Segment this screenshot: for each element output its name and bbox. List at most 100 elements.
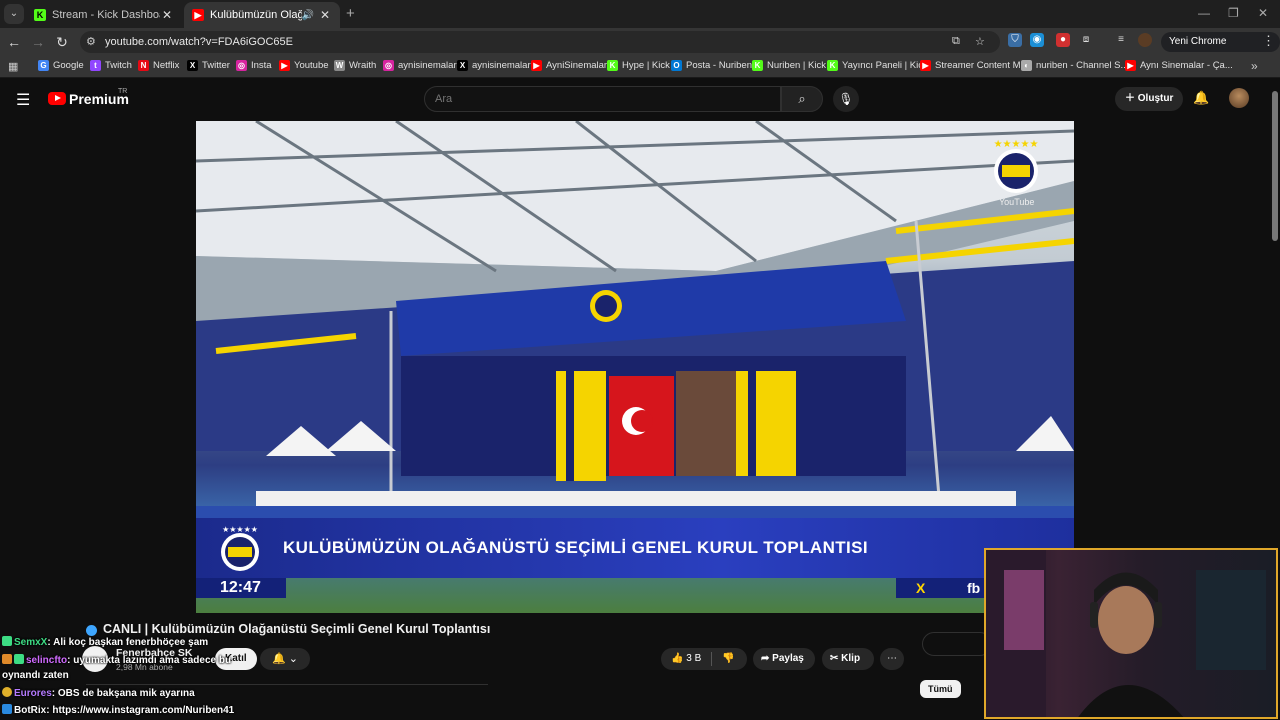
bookmark-item[interactable]: O Posta - Nuriben (671, 60, 752, 71)
bookmark-label: aynisinemalar (472, 60, 531, 71)
fenerbahce-logo-icon: ★★★★★ (994, 139, 1038, 193)
bookmark-label: Posta - Nuriben (686, 60, 753, 71)
url-text: youtube.com/watch?v=FDA6iGOC65E (105, 36, 294, 48)
live-indicator-icon (86, 625, 97, 636)
tab-youtube-video[interactable]: ▶ Kulübümüzün Olağanüstü S 🔊 ✕ (184, 2, 340, 28)
kick-icon: K (827, 60, 838, 71)
bookmark-item[interactable]: t Twitch (90, 60, 132, 71)
site-info-icon[interactable]: ⚙ (86, 35, 96, 48)
share-button[interactable]: ➦ Paylaş (753, 648, 815, 670)
bookmark-item[interactable]: K Nuriben | Kick (752, 60, 826, 71)
filter-chip-all[interactable]: Tümü (920, 680, 961, 698)
svg-text:★★★★★: ★★★★★ (222, 525, 258, 534)
bookmark-item[interactable]: X Twitter (187, 60, 230, 71)
minimize-icon[interactable]: — (1198, 6, 1210, 20)
extension-icon[interactable]: ◉ (1030, 33, 1044, 47)
bookmark-item[interactable]: W Wraith (334, 60, 376, 71)
bookmark-item[interactable]: N Netflix (138, 60, 179, 71)
bookmark-item[interactable]: ◐ nuriben - Channel S... (1021, 60, 1128, 71)
clip-label: Klip (841, 653, 861, 664)
scissors-icon: ✂ (830, 653, 842, 664)
bookmark-item[interactable]: ◎ aynisinemalar (383, 60, 457, 71)
youtube-logo-icon[interactable] (48, 92, 66, 105)
studio-icon: ◐ (1021, 60, 1032, 71)
like-button[interactable]: 👍 3 B (661, 648, 711, 670)
bookmark-label: Youtube (294, 60, 329, 71)
chat-toggle-chip[interactable] (922, 632, 992, 656)
kick-icon: K (607, 60, 618, 71)
video-player[interactable]: ★★★★★ YouTube ★★★★★ KULÜBÜMÜZÜN OLAĞANÜS… (196, 121, 1074, 613)
hamburger-menu-icon[interactable]: ☰ (16, 90, 30, 110)
thumbs-down-icon: 👎 (722, 653, 735, 664)
bookmark-item[interactable]: ▶ Aynı Sinemalar - Ça... (1125, 60, 1233, 71)
lower-third-title: KULÜBÜMÜZÜN OLAĞANÜSTÜ SEÇİMLİ GENEL KUR… (283, 538, 869, 557)
bookmark-item[interactable]: Xaynisinemalar (457, 60, 531, 71)
bookmark-item[interactable]: ▶ Streamer Content M... (920, 60, 1028, 71)
bookmark-label: Twitch (105, 60, 132, 71)
bookmark-label: Yayıncı Paneli | Kick (842, 60, 928, 71)
chat-message: selincfto: uyumakta lazımdı ama sadece b… (2, 654, 231, 666)
extension-icon[interactable]: ● (1056, 33, 1070, 47)
address-bar[interactable]: ⚙ youtube.com/watch?v=FDA6iGOC65E ⧉ ☆ (80, 31, 1000, 53)
more-bookmarks-icon[interactable]: » (1251, 59, 1258, 73)
chrome-menu-icon[interactable]: ⋮ (1262, 33, 1275, 49)
new-tab-button[interactable]: + (346, 5, 355, 22)
clip-button[interactable]: ✂ Klip (822, 648, 874, 670)
shield-extension-icon[interactable]: ⛉ (1008, 33, 1022, 47)
close-window-icon[interactable]: ✕ (1258, 6, 1268, 20)
search-input[interactable] (435, 93, 765, 105)
forward-icon[interactable]: → (30, 34, 46, 50)
voice-search-button[interactable]: 🎙 (833, 86, 859, 112)
account-avatar[interactable] (1229, 88, 1249, 108)
browser-tab-strip: ⌄ K Stream - Kick Dashboard ✕ ▶ Kulübümü… (0, 0, 1280, 28)
search-button[interactable]: ⌕ (781, 86, 823, 112)
subscribed-bell-button[interactable]: 🔔 ⌄ (260, 648, 310, 670)
puzzle-extensions-icon[interactable]: ⧈ (1079, 33, 1093, 47)
bookmark-label: Wraith (349, 60, 377, 71)
back-icon[interactable]: ← (6, 34, 22, 50)
chat-badge-icon (2, 704, 12, 714)
audio-playing-icon[interactable]: 🔊 (302, 10, 314, 21)
maximize-icon[interactable]: ❐ (1228, 6, 1239, 20)
bookmark-item[interactable]: ▶ Youtube (279, 60, 329, 71)
bookmark-item[interactable]: ◎ Insta (236, 60, 272, 71)
kick-icon: K (752, 60, 763, 71)
chat-badge-icon (2, 636, 12, 646)
bookmark-item[interactable]: K Hype | Kick (607, 60, 670, 71)
plus-icon: ＋ (1125, 93, 1138, 104)
bookmark-label: Hype | Kick (622, 60, 670, 71)
divider (86, 684, 488, 685)
share-label: Paylaş (772, 653, 804, 664)
youtube-icon: ▶ (192, 9, 204, 21)
profile-avatar-icon[interactable] (1138, 33, 1152, 47)
youtube-icon: ▶ (531, 60, 542, 71)
scrollbar-thumb[interactable] (1272, 91, 1278, 241)
create-button[interactable]: ＋ Oluştur (1115, 87, 1184, 111)
chat-text: oynandı zaten (2, 670, 69, 681)
install-app-icon[interactable]: ⧉ (952, 35, 960, 48)
dislike-button[interactable]: 👎 (712, 648, 744, 670)
bookmark-star-icon[interactable]: ☆ (975, 35, 985, 48)
fenerbahce-badge-icon: ★★★★★ (221, 525, 259, 571)
reload-icon[interactable]: ↻ (54, 34, 70, 51)
tab-search-button[interactable]: ⌄ (4, 4, 24, 24)
chat-message: oynandı zaten (2, 670, 69, 681)
chat-message: SemxX: Ali koç başkan fenerbhöçee şam (2, 636, 208, 648)
reading-list-icon[interactable]: ≡ (1114, 33, 1128, 47)
notifications-bell-icon[interactable]: 🔔 (1193, 90, 1209, 106)
bookmark-item[interactable]: ▶ AyniSinemalar (531, 60, 607, 71)
close-tab-icon[interactable]: ✕ (160, 8, 174, 22)
search-box (424, 86, 781, 112)
bookmark-item[interactable]: K Yayıncı Paneli | Kick (827, 60, 928, 71)
more-horizontal-icon: ⋯ (887, 653, 897, 664)
tab-kick-dashboard[interactable]: K Stream - Kick Dashboard ✕ (26, 2, 182, 28)
fb-social-label: fb (967, 580, 981, 596)
bookmark-item[interactable]: G Google (38, 60, 84, 71)
close-tab-icon[interactable]: ✕ (318, 8, 332, 22)
more-actions-button[interactable]: ⋯ (880, 648, 904, 670)
bookmark-label: Streamer Content M... (935, 60, 1029, 71)
bell-icon: 🔔 ⌄ (272, 653, 298, 665)
apps-grid-icon[interactable]: ▦ (8, 60, 18, 73)
wraith-icon: W (334, 60, 345, 71)
chat-badge-icon (2, 687, 12, 697)
